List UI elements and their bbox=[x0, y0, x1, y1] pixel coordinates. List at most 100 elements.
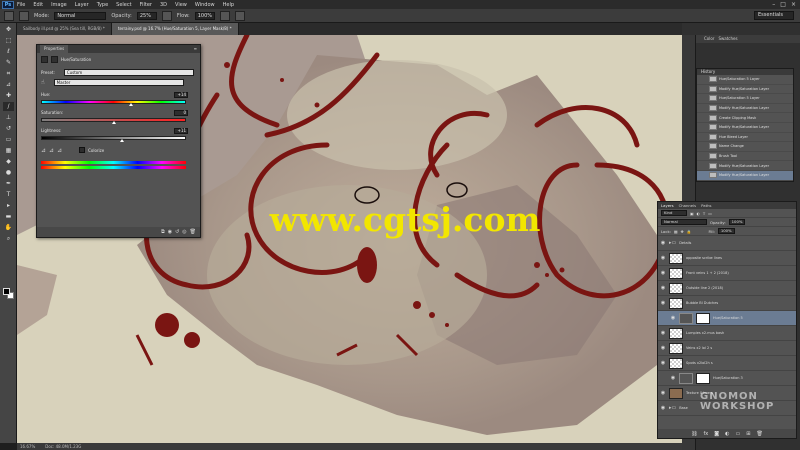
eraser-tool-icon[interactable]: ▭ bbox=[3, 135, 14, 144]
visibility-eye-icon[interactable]: ◉ bbox=[660, 360, 666, 366]
reset-icon[interactable]: ↺ bbox=[175, 229, 179, 235]
menu-window[interactable]: Window bbox=[195, 2, 215, 8]
layer-row[interactable]: ◉ Lumpies x2.mus bash bbox=[658, 326, 796, 341]
menu-view[interactable]: View bbox=[175, 2, 187, 8]
new-layer-icon[interactable]: ⊞ bbox=[746, 431, 750, 437]
brush-tool-icon[interactable]: / bbox=[3, 102, 14, 111]
saturation-slider-thumb[interactable] bbox=[111, 121, 116, 124]
history-item[interactable]: Hue Bleed Layer bbox=[697, 133, 793, 143]
history-item[interactable]: Modify Hue/Saturation Layer bbox=[697, 85, 793, 95]
history-item[interactable]: Create Clipping Mask bbox=[697, 113, 793, 123]
add-mask-icon[interactable]: ◙ bbox=[714, 431, 719, 437]
foreground-color-swatch[interactable] bbox=[3, 288, 10, 295]
new-adjustment-icon[interactable]: ◐ bbox=[725, 431, 729, 437]
visibility-eye-icon[interactable]: ◉ bbox=[660, 390, 666, 396]
tab-terrainy[interactable]: terrainy.psd @ 16.7% (Hue/Saturation 5, … bbox=[111, 23, 239, 35]
layer-row[interactable]: ◉ ▸▭ Details bbox=[658, 236, 796, 251]
layer-row[interactable]: ◉ Veins x2 lol 2 s bbox=[658, 341, 796, 356]
layer-row[interactable]: ◉ Hue/Saturation 3 bbox=[658, 371, 796, 386]
folder-icon[interactable]: ▸▭ bbox=[669, 405, 676, 411]
history-item[interactable]: Hue/Saturation 5 Layer bbox=[697, 75, 793, 85]
pen-tool-icon[interactable]: ✒ bbox=[3, 179, 14, 188]
visibility-eye-icon[interactable]: ◉ bbox=[660, 300, 666, 306]
delete-icon[interactable]: 🗑 bbox=[190, 229, 196, 235]
visibility-eye-icon[interactable]: ◉ bbox=[670, 315, 676, 321]
airbrush-icon[interactable] bbox=[219, 10, 230, 21]
layer-mask-thumbnail[interactable] bbox=[696, 372, 710, 384]
visibility-eye-icon[interactable]: ◉ bbox=[660, 240, 666, 246]
opacity-field[interactable]: 25% bbox=[136, 11, 157, 20]
hue-slider[interactable] bbox=[41, 100, 186, 104]
menu-type[interactable]: Type bbox=[97, 2, 108, 8]
move-tool-icon[interactable]: ✥ bbox=[3, 25, 14, 34]
layer-row[interactable]: ◉ Bubble Bl Dutches bbox=[658, 296, 796, 311]
saturation-value[interactable]: 0 bbox=[174, 110, 188, 116]
pressure-opacity-icon[interactable] bbox=[161, 10, 172, 21]
history-item[interactable]: Hue/Saturation 5 Layer bbox=[697, 94, 793, 104]
filter-type-icon[interactable]: T bbox=[703, 211, 705, 216]
visibility-eye-icon[interactable]: ◉ bbox=[660, 345, 666, 351]
visibility-eye-icon[interactable]: ◉ bbox=[660, 270, 666, 276]
menu-filter[interactable]: Filter bbox=[140, 2, 152, 8]
history-item[interactable]: Name Change bbox=[697, 142, 793, 152]
panel-menu-icon[interactable]: ≡ bbox=[194, 45, 197, 53]
visibility-eye-icon[interactable]: ◉ bbox=[660, 405, 666, 411]
lightness-slider[interactable] bbox=[41, 136, 186, 140]
blend-mode-select[interactable]: Normal bbox=[661, 219, 707, 225]
filter-pixel-icon[interactable]: ▣ bbox=[690, 211, 694, 216]
layer-row[interactable]: ◉ Hue/Saturation 5 bbox=[658, 311, 796, 326]
history-item[interactable]: Modify Hue/Saturation Layer bbox=[697, 161, 793, 171]
layer-kind-filter[interactable]: Kind bbox=[661, 210, 687, 216]
eyedropper-icon[interactable]: ⊿ bbox=[41, 147, 46, 154]
history-item[interactable]: Modify Hue/Saturation Layer bbox=[697, 123, 793, 133]
layer-opacity-field[interactable]: 100% bbox=[728, 219, 746, 225]
new-group-icon[interactable]: ▭ bbox=[736, 431, 741, 437]
lock-all-icon[interactable]: 🔒 bbox=[687, 229, 692, 234]
layer-row[interactable]: ◉ Spots x2lol2h s bbox=[658, 356, 796, 371]
filter-adjustment-icon[interactable]: ◐ bbox=[697, 211, 700, 216]
menu-3d[interactable]: 3D bbox=[160, 2, 167, 8]
preset-select[interactable]: Custom bbox=[63, 68, 194, 76]
tab-paths[interactable]: Paths bbox=[701, 202, 711, 209]
layer-mask-thumbnail[interactable] bbox=[696, 312, 710, 324]
history-item[interactable]: Modify Hue/Saturation Layer bbox=[697, 104, 793, 114]
layer-row[interactable]: ◉ Outside line 2 (2018) bbox=[658, 281, 796, 296]
layer-style-icon[interactable]: fx bbox=[704, 431, 709, 437]
lightness-value[interactable]: +11 bbox=[174, 128, 188, 134]
tab-sailbody[interactable]: Sailbody ill.psd @ 25% (Sea till, RGB/8)… bbox=[17, 23, 112, 35]
tab-swatches[interactable]: Swatches bbox=[718, 35, 737, 43]
gradient-tool-icon[interactable]: ▦ bbox=[3, 146, 14, 155]
hue-value[interactable]: +14 bbox=[174, 92, 188, 98]
tab-layers[interactable]: Layers bbox=[661, 202, 674, 209]
marquee-tool-icon[interactable]: ⬚ bbox=[3, 36, 14, 45]
visibility-eye-icon[interactable]: ◉ bbox=[660, 255, 666, 261]
mask-icon[interactable] bbox=[51, 55, 58, 63]
eyedropper-minus-icon[interactable]: ⊿ bbox=[57, 147, 62, 154]
type-tool-icon[interactable]: T bbox=[3, 190, 14, 199]
hue-slider-thumb[interactable] bbox=[128, 103, 133, 106]
lock-pixels-icon[interactable]: ▦ bbox=[674, 229, 678, 234]
eyedropper-tool-icon[interactable]: ⊿ bbox=[3, 80, 14, 89]
clone-stamp-tool-icon[interactable]: ⊥ bbox=[3, 113, 14, 122]
delete-layer-icon[interactable]: 🗑 bbox=[756, 431, 762, 437]
lasso-tool-icon[interactable]: ℓ bbox=[3, 47, 14, 56]
workspace-select[interactable]: Essentials bbox=[754, 11, 794, 20]
quick-select-tool-icon[interactable]: ✎ bbox=[3, 58, 14, 67]
visibility-eye-icon[interactable]: ◉ bbox=[660, 285, 666, 291]
colorize-checkbox[interactable] bbox=[79, 147, 86, 153]
maximize-icon[interactable]: □ bbox=[780, 1, 786, 8]
blur-tool-icon[interactable]: ◆ bbox=[3, 157, 14, 166]
visibility-icon[interactable]: ◎ bbox=[182, 229, 186, 235]
close-icon[interactable]: × bbox=[791, 1, 796, 8]
layer-row[interactable]: ◉ Front veins 1 + 2 (2018) bbox=[658, 266, 796, 281]
fill-field[interactable]: 100% bbox=[717, 228, 735, 234]
channel-select[interactable]: Master bbox=[53, 78, 184, 86]
menu-help[interactable]: Help bbox=[223, 2, 234, 8]
visibility-eye-icon[interactable]: ◉ bbox=[660, 330, 666, 336]
menu-layer[interactable]: Layer bbox=[75, 2, 89, 8]
crop-tool-icon[interactable]: ⌗ bbox=[3, 69, 14, 78]
view-previous-icon[interactable]: ◉ bbox=[168, 229, 172, 235]
tab-channels[interactable]: Channels bbox=[679, 202, 697, 209]
menu-image[interactable]: Image bbox=[51, 2, 67, 8]
eyedropper-plus-icon[interactable]: ⊿ bbox=[49, 147, 54, 154]
